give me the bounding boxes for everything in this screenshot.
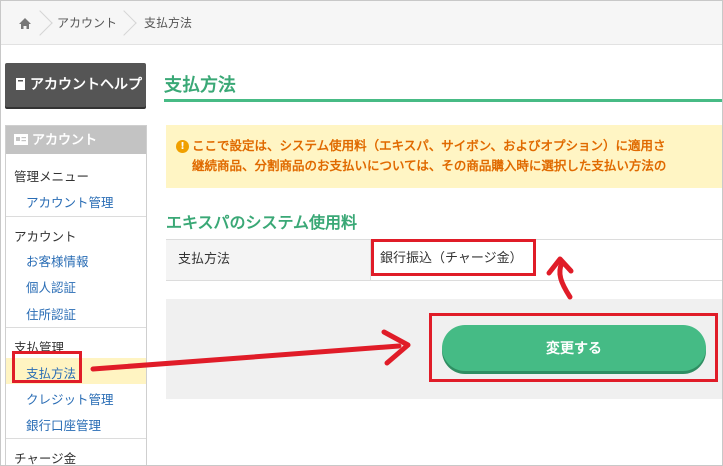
section-title: エキスパのシステム使用料 <box>166 213 358 232</box>
sidebar-item-bank-account-management[interactable]: 銀行口座管理 <box>26 415 101 434</box>
change-button-annotation-box <box>429 313 718 382</box>
sidebar-item-account-management[interactable]: アカウント管理 <box>26 192 114 211</box>
id-card-icon <box>14 126 28 154</box>
breadcrumb-account[interactable]: アカウント <box>57 1 117 45</box>
sidebar-divider <box>6 216 146 217</box>
breadcrumb-payment-method: 支払方法 <box>144 16 193 30</box>
current-value-annotation-box <box>371 239 536 276</box>
sidebar-group-charge: チャージ金 <box>14 451 77 466</box>
sidebar-panel: アカウント 管理メニュー アカウント管理 アカウント お客様情報 個人認証 住所… <box>5 125 147 466</box>
title-underline <box>164 99 722 102</box>
account-help-label: アカウントヘルプ <box>30 77 142 93</box>
sidebar-group-account: アカウント <box>14 229 77 244</box>
exclamation-icon: ! <box>176 140 189 153</box>
sidebar-item-credit-management[interactable]: クレジット管理 <box>26 389 114 408</box>
sidebar-panel-title: アカウント <box>32 133 98 148</box>
notice-box: ! ここで設定は、システム使用料（エキスパ、サイボン、およびオプション）に適用さ … <box>166 125 722 188</box>
notice-line-1: ここで設定は、システム使用料（エキスパ、サイボン、およびオプション）に適用さ <box>192 138 666 153</box>
notice-line-2: 継続商品、分割商品のお支払いについては、その商品購入時に選択した支払い方法の <box>192 158 667 173</box>
sidebar-item-customer-info[interactable]: お客様情報 <box>26 251 89 270</box>
payment-method-label: 支払方法 <box>166 240 371 280</box>
sidebar-divider <box>6 438 146 439</box>
breadcrumb: アカウント 支払方法 <box>1 1 722 45</box>
sidebar-item-address-verification[interactable]: 住所認証 <box>26 304 76 323</box>
page-title: 支払方法 <box>164 75 236 96</box>
sidebar-divider <box>6 327 146 328</box>
sidebar-group-management: 管理メニュー <box>14 169 90 184</box>
account-help-button[interactable]: アカウントヘルプ <box>5 63 146 107</box>
app-window: アカウント 支払方法 アカウントヘルプ アカウント 管理メニュー アカウント管理… <box>0 0 723 466</box>
book-icon <box>15 63 27 107</box>
sidebar-item-identity-verification[interactable]: 個人認証 <box>26 277 76 296</box>
sidebar-panel-header: アカウント <box>6 126 146 154</box>
sidebar-active-annotation-box <box>12 351 82 383</box>
